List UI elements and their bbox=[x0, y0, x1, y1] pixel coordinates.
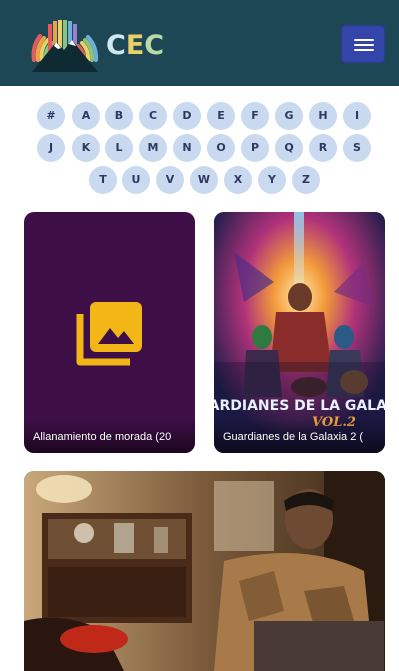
letter-u[interactable]: U bbox=[122, 166, 150, 194]
letter-f[interactable]: F bbox=[241, 102, 269, 130]
hamburger-icon-bar bbox=[354, 44, 374, 46]
logo-letter-c: C bbox=[106, 30, 126, 61]
logo-mountain-icon bbox=[31, 20, 99, 72]
hamburger-icon bbox=[354, 39, 374, 41]
letter-x[interactable]: X bbox=[224, 166, 252, 194]
logo-text: CEC bbox=[106, 30, 164, 61]
movie-card-allanamiento[interactable]: Allanamiento de morada (20 bbox=[24, 212, 195, 453]
movie-poster: GUARDIANES DE LA GALAXIA VOL.2 bbox=[214, 212, 385, 453]
card-title: Guardianes de la Galaxia 2 ( bbox=[214, 419, 385, 453]
hamburger-icon-bar bbox=[354, 49, 374, 51]
alphabet-row: T U V W X Y Z bbox=[0, 166, 399, 194]
cec-logo[interactable]: CEC bbox=[26, 16, 166, 74]
letter-k[interactable]: K bbox=[72, 134, 100, 162]
logo-letter-c2: C bbox=[144, 30, 165, 61]
site-header: CEC bbox=[0, 0, 399, 86]
letter-o[interactable]: O bbox=[207, 134, 235, 162]
letter-v[interactable]: V bbox=[156, 166, 184, 194]
letter-y[interactable]: Y bbox=[258, 166, 286, 194]
letter-q[interactable]: Q bbox=[275, 134, 303, 162]
letter-a[interactable]: A bbox=[72, 102, 100, 130]
letter-l[interactable]: L bbox=[105, 134, 133, 162]
logo-letter-e: E bbox=[125, 30, 145, 61]
movie-still-image bbox=[24, 471, 385, 671]
image-placeholder-icon bbox=[76, 302, 142, 366]
letter-p[interactable]: P bbox=[241, 134, 269, 162]
letter-c[interactable]: C bbox=[139, 102, 167, 130]
poster-title: GUARDIANES DE LA GALAXIA bbox=[214, 398, 385, 414]
alphabet-row: J K L M N O P Q R S bbox=[0, 134, 399, 162]
letter-j[interactable]: J bbox=[37, 134, 65, 162]
menu-button[interactable] bbox=[341, 25, 385, 63]
card-title: Allanamiento de morada (20 bbox=[24, 419, 195, 453]
letter-e[interactable]: E bbox=[207, 102, 235, 130]
letter-b[interactable]: B bbox=[105, 102, 133, 130]
letter-n[interactable]: N bbox=[173, 134, 201, 162]
letter-h[interactable]: H bbox=[309, 102, 337, 130]
letter-t[interactable]: T bbox=[89, 166, 117, 194]
movie-card-scene[interactable] bbox=[24, 471, 385, 671]
letter-d[interactable]: D bbox=[173, 102, 201, 130]
letter-m[interactable]: M bbox=[139, 134, 167, 162]
alphabet-row: # A B C D E F G H I bbox=[0, 102, 399, 130]
letter-z[interactable]: Z bbox=[292, 166, 320, 194]
letter-w[interactable]: W bbox=[190, 166, 218, 194]
letter-r[interactable]: R bbox=[309, 134, 337, 162]
letter-s[interactable]: S bbox=[343, 134, 371, 162]
letter-i[interactable]: I bbox=[343, 102, 371, 130]
letter-g[interactable]: G bbox=[275, 102, 303, 130]
movie-card-guardianes[interactable]: GUARDIANES DE LA GALAXIA VOL.2 Guardiane… bbox=[214, 212, 385, 453]
letter-hash[interactable]: # bbox=[37, 102, 65, 130]
